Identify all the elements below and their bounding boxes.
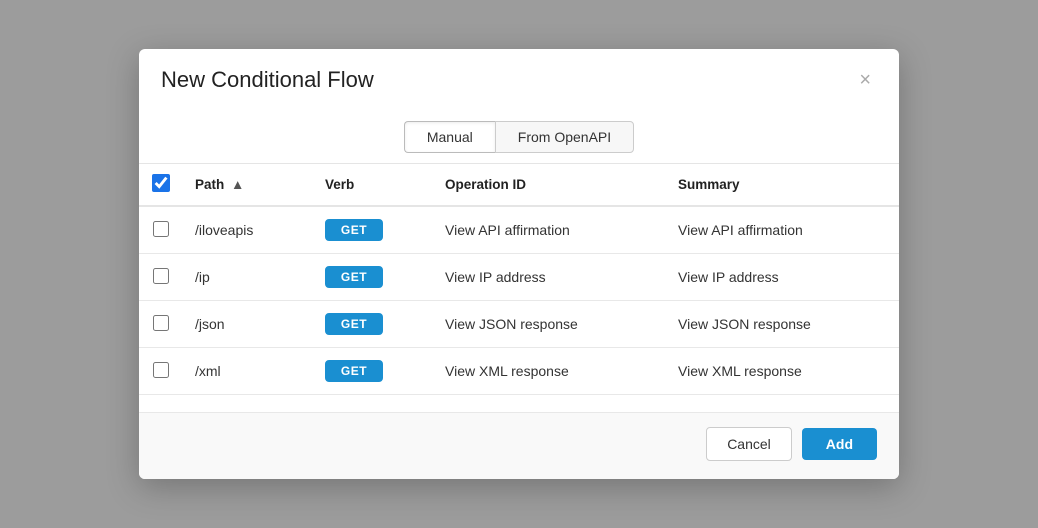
row-operation-id-1: View IP address: [433, 254, 666, 301]
api-table: Path ▲ Verb Operation ID Summary /ilovea…: [139, 163, 899, 395]
row-operation-id-3: View XML response: [433, 348, 666, 395]
verb-badge-1: GET: [325, 266, 383, 288]
row-path-1: /ip: [183, 254, 313, 301]
row-checkbox-cell: [139, 254, 183, 301]
header-path: Path ▲: [183, 164, 313, 207]
verb-badge-0: GET: [325, 219, 383, 241]
row-summary-1: View IP address: [666, 254, 899, 301]
verb-badge-2: GET: [325, 313, 383, 335]
tab-manual[interactable]: Manual: [404, 121, 495, 153]
close-button[interactable]: ×: [853, 68, 877, 92]
table-header-row: Path ▲ Verb Operation ID Summary: [139, 164, 899, 207]
row-path-2: /json: [183, 301, 313, 348]
modal-body: Path ▲ Verb Operation ID Summary /ilovea…: [139, 163, 899, 412]
row-checkbox-2[interactable]: [153, 315, 169, 331]
header-checkbox-cell: [139, 164, 183, 207]
header-summary: Summary: [666, 164, 899, 207]
table-row: /iloveapis GET View API affirmation View…: [139, 206, 899, 254]
table-body: /iloveapis GET View API affirmation View…: [139, 206, 899, 395]
row-summary-3: View XML response: [666, 348, 899, 395]
row-checkbox-1[interactable]: [153, 268, 169, 284]
modal-header: New Conditional Flow ×: [139, 49, 899, 107]
row-verb-3: GET: [313, 348, 433, 395]
row-verb-0: GET: [313, 206, 433, 254]
row-checkbox-0[interactable]: [153, 221, 169, 237]
row-checkbox-cell: [139, 348, 183, 395]
row-checkbox-cell: [139, 206, 183, 254]
row-summary-0: View API affirmation: [666, 206, 899, 254]
modal-footer: Cancel Add: [139, 412, 899, 479]
tab-from-openapi[interactable]: From OpenAPI: [495, 121, 634, 153]
table-row: /ip GET View IP address View IP address: [139, 254, 899, 301]
row-summary-2: View JSON response: [666, 301, 899, 348]
row-path-3: /xml: [183, 348, 313, 395]
row-operation-id-2: View JSON response: [433, 301, 666, 348]
header-operation-id: Operation ID: [433, 164, 666, 207]
add-button[interactable]: Add: [802, 428, 877, 460]
table-row: /xml GET View XML response View XML resp…: [139, 348, 899, 395]
cancel-button[interactable]: Cancel: [706, 427, 792, 461]
modal-title: New Conditional Flow: [161, 67, 374, 93]
row-checkbox-3[interactable]: [153, 362, 169, 378]
select-all-checkbox[interactable]: [152, 174, 170, 192]
row-operation-id-0: View API affirmation: [433, 206, 666, 254]
header-verb: Verb: [313, 164, 433, 207]
tab-bar: Manual From OpenAPI: [139, 107, 899, 163]
modal-dialog: New Conditional Flow × Manual From OpenA…: [139, 49, 899, 479]
verb-badge-3: GET: [325, 360, 383, 382]
modal-overlay: New Conditional Flow × Manual From OpenA…: [0, 0, 1038, 528]
row-path-0: /iloveapis: [183, 206, 313, 254]
path-sort-icon: ▲: [231, 177, 244, 192]
row-verb-1: GET: [313, 254, 433, 301]
row-verb-2: GET: [313, 301, 433, 348]
row-checkbox-cell: [139, 301, 183, 348]
table-row: /json GET View JSON response View JSON r…: [139, 301, 899, 348]
